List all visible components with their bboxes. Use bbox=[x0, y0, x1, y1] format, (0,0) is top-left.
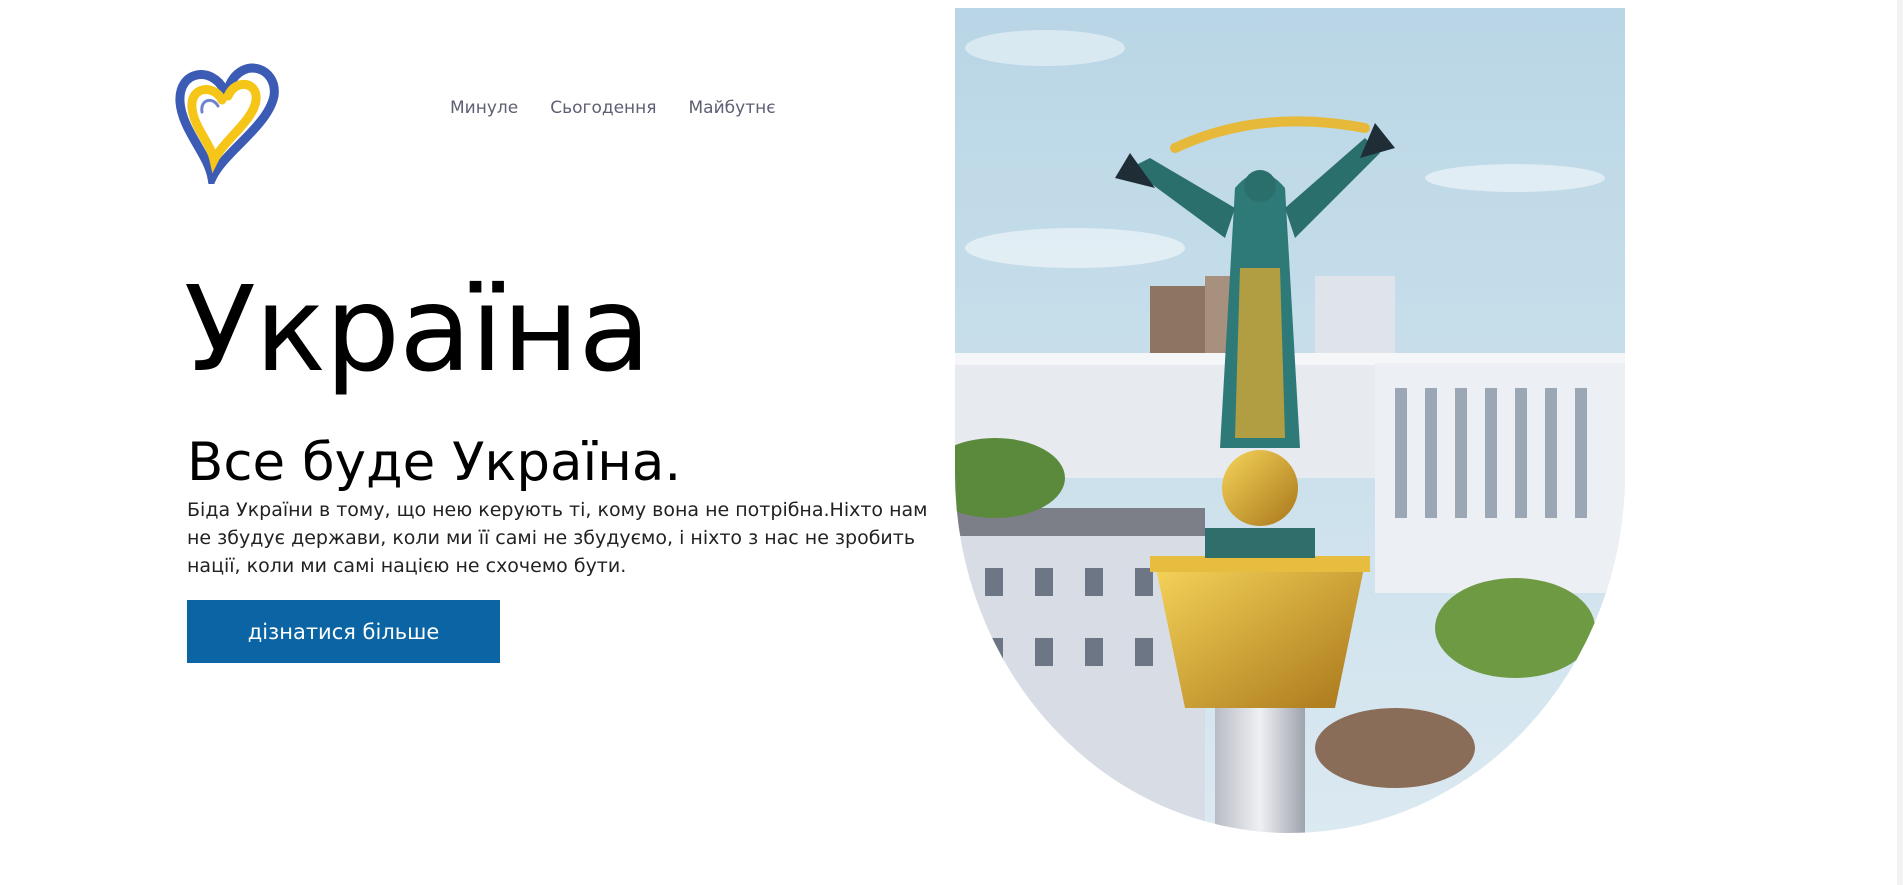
learn-more-button[interactable]: дізнатися більше bbox=[187, 600, 500, 663]
hero-subtitle: Все буде Україна. bbox=[187, 432, 682, 493]
heart-logo-icon[interactable] bbox=[172, 56, 280, 194]
nav-link-present[interactable]: Сьогодення bbox=[550, 98, 656, 118]
independence-monument-photo bbox=[955, 8, 1625, 833]
page: Минуле Сьогодення Майбутнє Україна Все б… bbox=[0, 0, 1903, 885]
nav-link-future[interactable]: Майбутнє bbox=[689, 98, 776, 118]
hero-description: Біда України в тому, що нею керують ті, … bbox=[187, 499, 928, 577]
main-nav: Минуле Сьогодення Майбутнє bbox=[450, 98, 776, 118]
nav-link-past[interactable]: Минуле bbox=[450, 98, 518, 118]
scrollbar[interactable] bbox=[1897, 0, 1903, 885]
hero-title: Україна bbox=[184, 260, 651, 398]
